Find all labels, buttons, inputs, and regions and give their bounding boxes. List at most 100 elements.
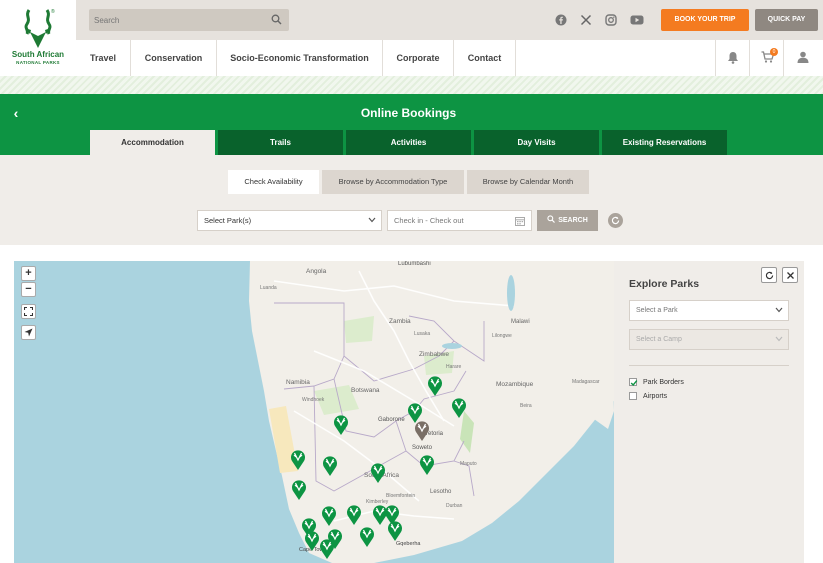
map-label: Luanda <box>260 285 277 291</box>
panel-close-button[interactable] <box>782 267 798 283</box>
park-pin-icon[interactable] <box>322 454 338 476</box>
checkbox-checked[interactable] <box>629 378 638 387</box>
tab-day-visits[interactable]: Day Visits <box>474 130 599 155</box>
map-label: Durban <box>446 503 463 509</box>
refresh-icon <box>765 271 774 280</box>
close-icon <box>787 272 794 279</box>
chevron-down-icon <box>775 336 783 342</box>
park-pin-icon[interactable] <box>321 504 337 526</box>
zoom-out-button[interactable]: − <box>21 282 36 297</box>
park-pin-icon[interactable] <box>427 374 443 396</box>
online-bookings-panel: ‹ Online Bookings Accommodation Trails A… <box>0 94 823 155</box>
quick-pay-button[interactable]: QUICK PAY <box>755 9 818 31</box>
reset-search-button[interactable] <box>608 213 623 228</box>
notifications-button[interactable] <box>715 40 749 76</box>
cart-button[interactable]: 0 <box>749 40 783 76</box>
map-label: Namibia <box>286 379 310 386</box>
site-search <box>89 9 289 31</box>
park-pin-icon[interactable] <box>387 519 403 541</box>
tab-trails[interactable]: Trails <box>218 130 343 155</box>
nav-item-contact[interactable]: Contact <box>454 40 516 76</box>
parks-map[interactable]: + − Lubumbashi Angola Zambia Zimbabwe Na… <box>14 261 614 563</box>
search-icon[interactable] <box>271 14 282 25</box>
map-label: Zimbabwe <box>419 351 449 358</box>
map-label: Mozambique <box>496 381 534 388</box>
registered-mark: ® <box>51 9 55 15</box>
checkbox-unchecked[interactable] <box>629 392 637 400</box>
refresh-icon <box>611 216 620 225</box>
map-label: Angola <box>306 268 327 275</box>
fullscreen-button[interactable] <box>21 304 36 319</box>
park-pin-icon[interactable] <box>291 478 307 500</box>
instagram-icon[interactable] <box>605 14 617 26</box>
account-button[interactable] <box>783 40 823 76</box>
subtab-check-availability[interactable]: Check Availability <box>228 170 319 194</box>
tab-accommodation[interactable]: Accommodation <box>90 130 215 155</box>
map-label: Malawi <box>511 319 530 325</box>
subtab-browse-calendar-month[interactable]: Browse by Calendar Month <box>467 170 589 194</box>
x-icon[interactable] <box>580 14 592 26</box>
layer-label: Park Borders <box>643 379 684 386</box>
fullscreen-icon <box>24 307 33 316</box>
map-label: Bloemfontein <box>386 493 416 499</box>
nav-item-corporate[interactable]: Corporate <box>383 40 454 76</box>
panel-divider <box>629 365 789 366</box>
locate-me-button[interactable] <box>21 325 36 340</box>
map-label: Lilongwe <box>492 333 512 339</box>
facebook-icon[interactable] <box>555 14 567 26</box>
locate-arrow-icon <box>24 328 33 337</box>
map-label: Soweto <box>412 445 433 451</box>
park-pin-icon[interactable] <box>290 448 306 470</box>
search-filters: Check Availability Browse by Accommodati… <box>0 155 823 245</box>
park-pin-icon[interactable] <box>346 503 362 525</box>
park-pin-icon[interactable] <box>319 537 335 559</box>
map-label: Harare <box>446 364 462 370</box>
map-label: Lusaka <box>414 331 431 337</box>
book-your-trip-button[interactable]: BOOK YOUR TRIP <box>661 9 749 31</box>
panel-refresh-button[interactable] <box>761 267 777 283</box>
map-label: Windhoek <box>302 397 325 403</box>
tab-existing-reservations[interactable]: Existing Reservations <box>602 130 727 155</box>
main-nav: Travel Conservation Socio-Economic Trans… <box>76 40 823 76</box>
explore-camp-select[interactable]: Select a Camp <box>629 329 789 350</box>
park-pin-icon[interactable] <box>451 396 467 418</box>
map-label: Zambia <box>389 318 411 325</box>
search-input[interactable] <box>94 12 264 28</box>
park-pin-selected-icon[interactable] <box>414 419 430 441</box>
map-label: Lubumbashi <box>398 261 431 267</box>
explore-camp-select-value: Select a Camp <box>636 336 682 343</box>
search-button[interactable]: SEARCH <box>537 210 598 231</box>
tab-activities[interactable]: Activities <box>346 130 471 155</box>
nav-item-travel[interactable]: Travel <box>76 40 131 76</box>
map-label: Gaborone <box>378 417 405 423</box>
explore-park-select[interactable]: Select a Park <box>629 300 789 321</box>
nav-item-conservation[interactable]: Conservation <box>131 40 217 76</box>
nav-item-socio-economic[interactable]: Socio-Economic Transformation <box>217 40 383 76</box>
park-pin-icon[interactable] <box>370 461 386 483</box>
park-pin-icon[interactable] <box>304 529 320 551</box>
map-label: Maputo <box>460 461 477 467</box>
explore-parks-title: Explore Parks <box>629 278 700 290</box>
park-pin-icon[interactable] <box>333 413 349 435</box>
map-label: Botswana <box>351 387 380 394</box>
date-range-field[interactable]: Check in - Check out <box>387 210 532 231</box>
bell-icon <box>728 52 738 64</box>
park-pin-icon[interactable] <box>359 525 375 547</box>
map-label: Lesotho <box>430 489 452 495</box>
explore-park-select-value: Select a Park <box>636 307 678 314</box>
park-select[interactable]: Select Park(s) <box>197 210 382 231</box>
decorative-pattern-strip <box>0 76 823 94</box>
zoom-in-button[interactable]: + <box>21 266 36 281</box>
park-pin-icon[interactable] <box>419 453 435 475</box>
search-icon <box>547 215 556 223</box>
user-icon <box>797 51 809 63</box>
page-margin <box>804 245 823 563</box>
chevron-down-icon <box>368 217 376 223</box>
layer-label: Airports <box>643 393 668 400</box>
subtab-browse-accommodation-type[interactable]: Browse by Accommodation Type <box>322 170 464 194</box>
map-label: Gqeberha <box>396 541 421 547</box>
youtube-icon[interactable] <box>630 14 644 26</box>
sanparks-logo[interactable]: ® South African NATIONAL PARKS <box>0 0 76 76</box>
cart-count-badge: 0 <box>770 48 778 56</box>
map-label: Madagascar <box>572 379 600 385</box>
